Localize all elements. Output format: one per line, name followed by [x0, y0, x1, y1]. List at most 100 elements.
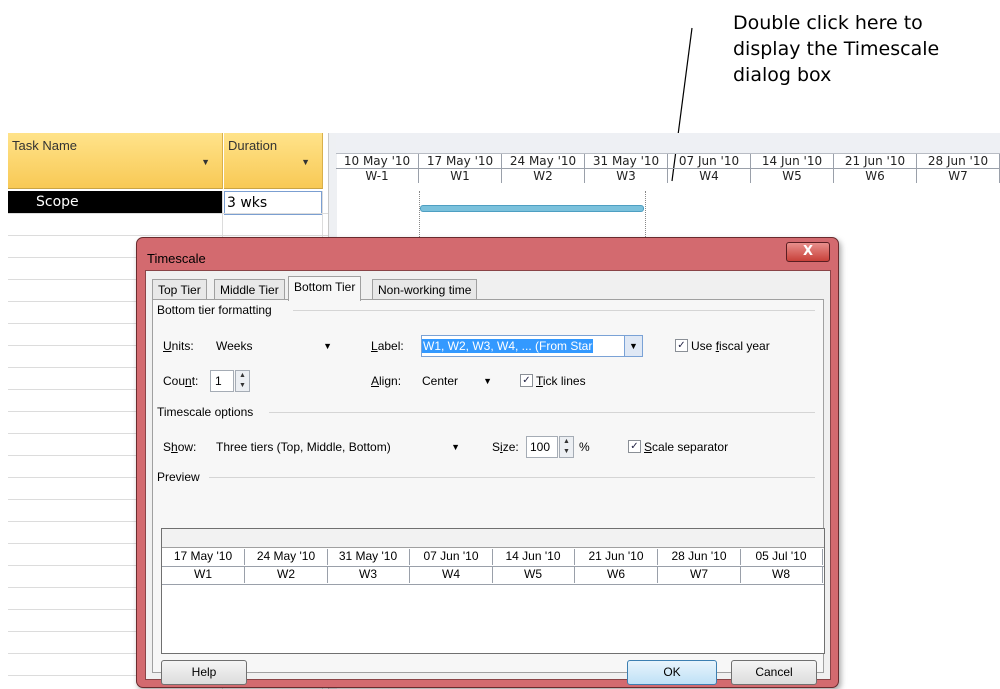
- scale-separator-label: Scale separator: [644, 440, 729, 454]
- preview-bottom-tier-cell: W8: [740, 567, 823, 583]
- gantt-task-bar[interactable]: [420, 205, 644, 212]
- count-label: Count:: [163, 374, 199, 388]
- dropdown-arrow-icon: ▼: [483, 376, 492, 386]
- help-button[interactable]: Help: [161, 660, 247, 685]
- units-label: Units:: [163, 339, 194, 353]
- task-name-cell[interactable]: Scope: [8, 191, 222, 213]
- timescale-bottom-tier-cell: W6: [834, 169, 917, 183]
- preview-middle-tier-cell: 14 Jun '10: [492, 549, 575, 565]
- count-value: 1: [215, 374, 222, 388]
- size-value: 100: [530, 440, 551, 454]
- use-fiscal-year-checkbox[interactable]: ✓: [675, 339, 688, 352]
- timescale-bottom-tier-cell: W7: [917, 169, 1000, 183]
- preview-middle-tier-cell: 05 Jul '10: [740, 549, 823, 565]
- timescale-bottom-tier-cell: W5: [751, 169, 834, 183]
- callout-annotation: Double click here to display the Timesca…: [733, 12, 940, 86]
- timescale-bottom-tier-cell: W4: [668, 169, 751, 183]
- count-spinner[interactable]: ▲ ▼: [235, 370, 250, 392]
- label-label: Label:: [371, 339, 404, 353]
- ok-button[interactable]: OK: [627, 660, 717, 685]
- preview-bottom-tier-cell: W6: [575, 567, 658, 583]
- timescale-middle-tier-cell: 17 May '10: [419, 154, 502, 168]
- tick-lines-label: Tick lines: [536, 374, 586, 388]
- preview-middle-tier-cell: 07 Jun '10: [410, 549, 493, 565]
- tab-middle-tier[interactable]: Middle Tier: [214, 279, 285, 300]
- align-select[interactable]: Center ▼: [421, 370, 497, 392]
- grid-row-line: [8, 213, 332, 214]
- gantt-timescale[interactable]: 10 May '10 W-1 17 May '10 W1 24 May '10 W2 31 …: [336, 133, 1000, 183]
- count-input[interactable]: 1: [210, 370, 234, 392]
- timescale-bottom-tier-cell: W3: [585, 169, 668, 183]
- size-label: Size:: [492, 440, 519, 454]
- tick-lines-checkbox[interactable]: ✓: [520, 374, 533, 387]
- duration-text: 3 wks: [227, 195, 268, 211]
- preview-middle-tier-cell: 31 May '10: [327, 549, 410, 565]
- group-divider: [293, 310, 815, 311]
- timescale-middle-tier-cell: 31 May '10: [585, 154, 668, 168]
- timescale-preview: 17 May '10 W1 24 May '10 W2 31 May '10 W3 07 J…: [161, 528, 825, 654]
- column-header-task-name[interactable]: Task Name ▼: [8, 133, 223, 189]
- align-label: Align:: [371, 374, 402, 388]
- tab-top-tier[interactable]: Top Tier: [152, 279, 207, 300]
- use-fiscal-year-label: Use fiscal year: [691, 339, 770, 353]
- scale-separator-checkbox[interactable]: ✓: [628, 440, 641, 453]
- show-value: Three tiers (Top, Middle, Bottom): [216, 440, 391, 454]
- size-unit: %: [579, 440, 590, 454]
- size-input[interactable]: 100: [526, 436, 558, 458]
- timescale-middle-tier-cell: 10 May '10: [336, 154, 419, 168]
- dialog-body: Top Tier Middle Tier Bottom Tier Non-wor…: [145, 270, 831, 685]
- units-select[interactable]: Weeks ▼: [215, 335, 337, 357]
- label-select[interactable]: W1, W2, W3, W4, ... (From Star ▼: [421, 335, 643, 357]
- preview-bottom-tier-cell: W3: [327, 567, 410, 583]
- tab-bottom-tier[interactable]: Bottom Tier: [288, 276, 362, 301]
- timescale-bottom-tier-cell: W2: [502, 169, 585, 183]
- group-label-preview: Preview: [157, 470, 200, 484]
- group-label-timescale-options: Timescale options: [157, 405, 254, 419]
- column-header-label: Duration: [228, 138, 278, 153]
- preview-bottom-tier-cell: W1: [162, 567, 245, 583]
- group-divider: [209, 477, 815, 478]
- column-header-duration[interactable]: Duration ▼: [224, 133, 323, 189]
- timescale-middle-tier-cell: 14 Jun '10: [751, 154, 834, 168]
- size-spinner[interactable]: ▲ ▼: [559, 436, 574, 458]
- ok-button-label: OK: [663, 665, 681, 679]
- timescale-middle-tier-cell: 21 Jun '10: [834, 154, 917, 168]
- show-select[interactable]: Three tiers (Top, Middle, Bottom) ▼: [215, 436, 465, 458]
- preview-middle-tier-cell: 21 Jun '10: [575, 549, 658, 565]
- preview-middle-tier-cell: 28 Jun '10: [658, 549, 741, 565]
- column-header-label: Task Name: [12, 138, 78, 153]
- group-label-bottom-tier-formatting: Bottom tier formatting: [157, 303, 272, 317]
- dropdown-arrow-icon: ▼: [624, 336, 642, 356]
- close-button[interactable]: X: [786, 242, 830, 262]
- dropdown-arrow-icon: ▼: [451, 442, 460, 452]
- timescale-top-tier: [336, 133, 1000, 154]
- tab-panel: Bottom tier formatting Units: Weeks ▼ La…: [152, 299, 825, 685]
- duration-cell[interactable]: 3 wks: [224, 191, 322, 215]
- units-value: Weeks: [216, 339, 253, 353]
- preview-divider: [162, 584, 824, 585]
- timescale-middle-tier-cell: 24 May '10: [502, 154, 585, 168]
- preview-bottom-tier-cell: W2: [245, 567, 328, 583]
- cancel-button[interactable]: Cancel: [731, 660, 817, 685]
- dropdown-arrow-icon[interactable]: ▼: [301, 157, 310, 167]
- preview-bottom-tier-cell: W4: [410, 567, 493, 583]
- group-divider: [269, 412, 815, 413]
- task-name-text: Scope: [36, 194, 79, 210]
- grid-row-line: [8, 235, 332, 236]
- preview-middle-tier-cell: 24 May '10: [245, 549, 328, 565]
- timescale-bottom-tier-cell: W1: [419, 169, 502, 183]
- cancel-button-label: Cancel: [755, 665, 793, 679]
- help-button-label: Help: [191, 665, 217, 679]
- timescale-middle-tier-cell: 07 Jun '10: [668, 154, 751, 168]
- dropdown-arrow-icon[interactable]: ▼: [201, 157, 210, 167]
- label-value: W1, W2, W3, W4, ... (From Star: [422, 339, 594, 353]
- dropdown-arrow-icon: ▼: [323, 341, 332, 351]
- preview-bottom-tier-cell: W7: [658, 567, 741, 583]
- timescale-bottom-tier-cell: W-1: [336, 169, 419, 183]
- preview-middle-tier-cell: 17 May '10: [162, 549, 245, 565]
- timescale-middle-tier-cell: 28 Jun '10: [917, 154, 1000, 168]
- show-label: Show:: [163, 440, 197, 454]
- timescale-dialog: Timescale X Top Tier Middle Tier Bottom …: [136, 237, 839, 688]
- tab-non-working-time[interactable]: Non-working time: [372, 279, 478, 300]
- dialog-title: Timescale: [147, 251, 206, 266]
